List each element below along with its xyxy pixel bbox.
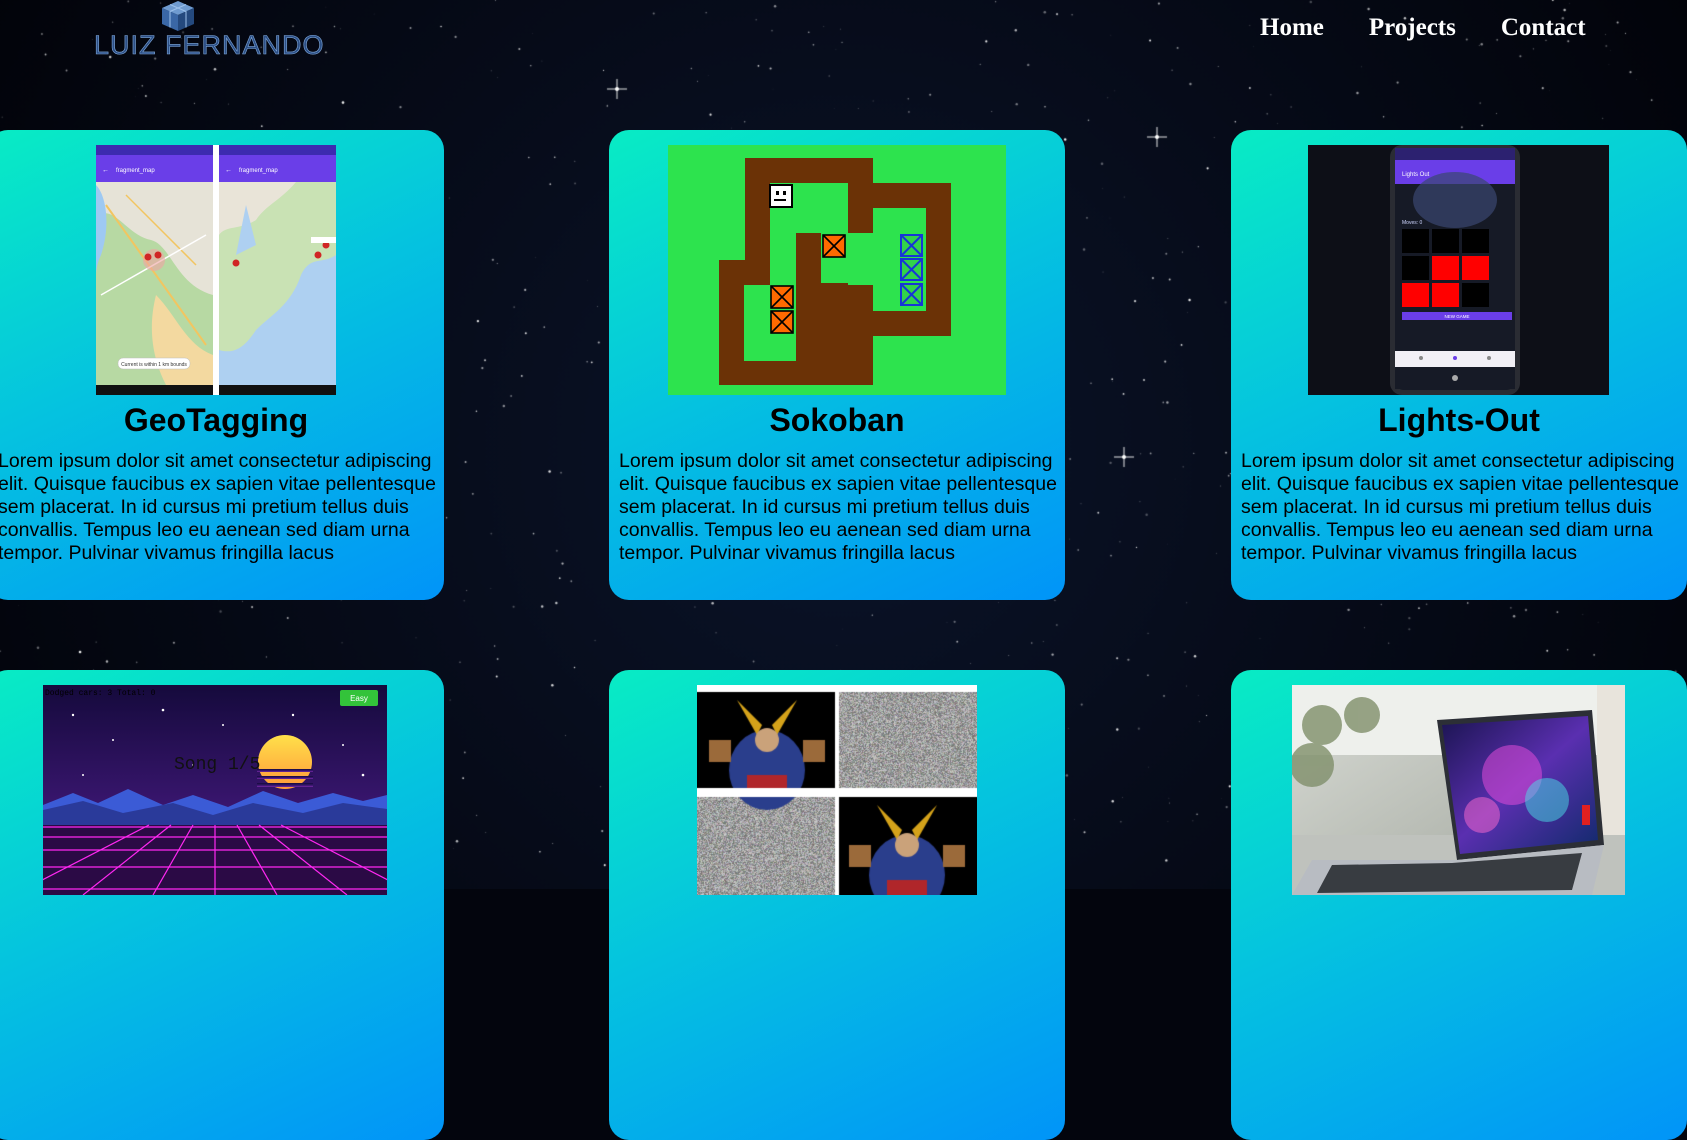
cube-logo-icon <box>162 1 194 31</box>
project-card-4[interactable]: Dodged cars: 3 Total: 0 Easy Song 1/5 <box>0 670 444 1140</box>
main-nav: Home Projects Contact <box>1260 14 1586 42</box>
project-description: Lorem ipsum dolor sit amet consectetur a… <box>0 450 436 564</box>
project-5-screenshot <box>697 685 977 895</box>
project-4-screenshot: Dodged cars: 3 Total: 0 Easy Song 1/5 <box>43 685 387 895</box>
lights-out-moves: Moves: 0 <box>1402 220 1423 226</box>
project-6-photo <box>1292 685 1625 895</box>
svg-text:←: ← <box>225 167 232 174</box>
lights-out-new-game: NEW GAME <box>1444 314 1469 319</box>
project-title: Sokoban <box>769 402 905 438</box>
game-hud: Dodged cars: 3 Total: 0 <box>45 689 156 698</box>
sokoban-screenshot <box>668 145 1006 395</box>
svg-text:←: ← <box>102 167 109 174</box>
geotagging-banner: Current is within 1 km bounds <box>121 362 187 368</box>
geotagging-appbar-left: fragment_map <box>116 168 155 174</box>
geotagging-screenshot: Current is within 1 km bounds fragment_m… <box>96 145 336 395</box>
project-card-5[interactable] <box>609 670 1065 1140</box>
geotagging-appbar-right: fragment_map <box>239 168 278 174</box>
project-card-6[interactable] <box>1231 670 1687 1140</box>
logo-text: LUIZ FERNANDO <box>94 30 325 61</box>
nav-home[interactable]: Home <box>1260 14 1324 42</box>
site-logo[interactable]: LUIZ FERNANDO <box>94 0 384 62</box>
project-card-lights-out[interactable]: Lights Out Moves: 0 NEW GAME Lights-Out … <box>1231 130 1687 600</box>
nav-contact[interactable]: Contact <box>1501 14 1586 42</box>
lights-out-appbar: Lights Out <box>1402 172 1430 178</box>
game-song: Song 1/5 <box>174 755 260 775</box>
game-difficulty: Easy <box>350 694 368 703</box>
project-title: Lights-Out <box>1378 402 1540 438</box>
project-card-sokoban[interactable]: Sokoban Lorem ipsum dolor sit amet conse… <box>609 130 1065 600</box>
project-card-geotagging[interactable]: Current is within 1 km bounds fragment_m… <box>0 130 444 600</box>
project-title: GeoTagging <box>123 402 309 438</box>
lights-out-screenshot: Lights Out Moves: 0 NEW GAME <box>1308 145 1609 395</box>
project-description: Lorem ipsum dolor sit amet consectetur a… <box>1241 450 1679 564</box>
nav-projects[interactable]: Projects <box>1369 14 1456 42</box>
project-description: Lorem ipsum dolor sit amet consectetur a… <box>619 450 1057 564</box>
